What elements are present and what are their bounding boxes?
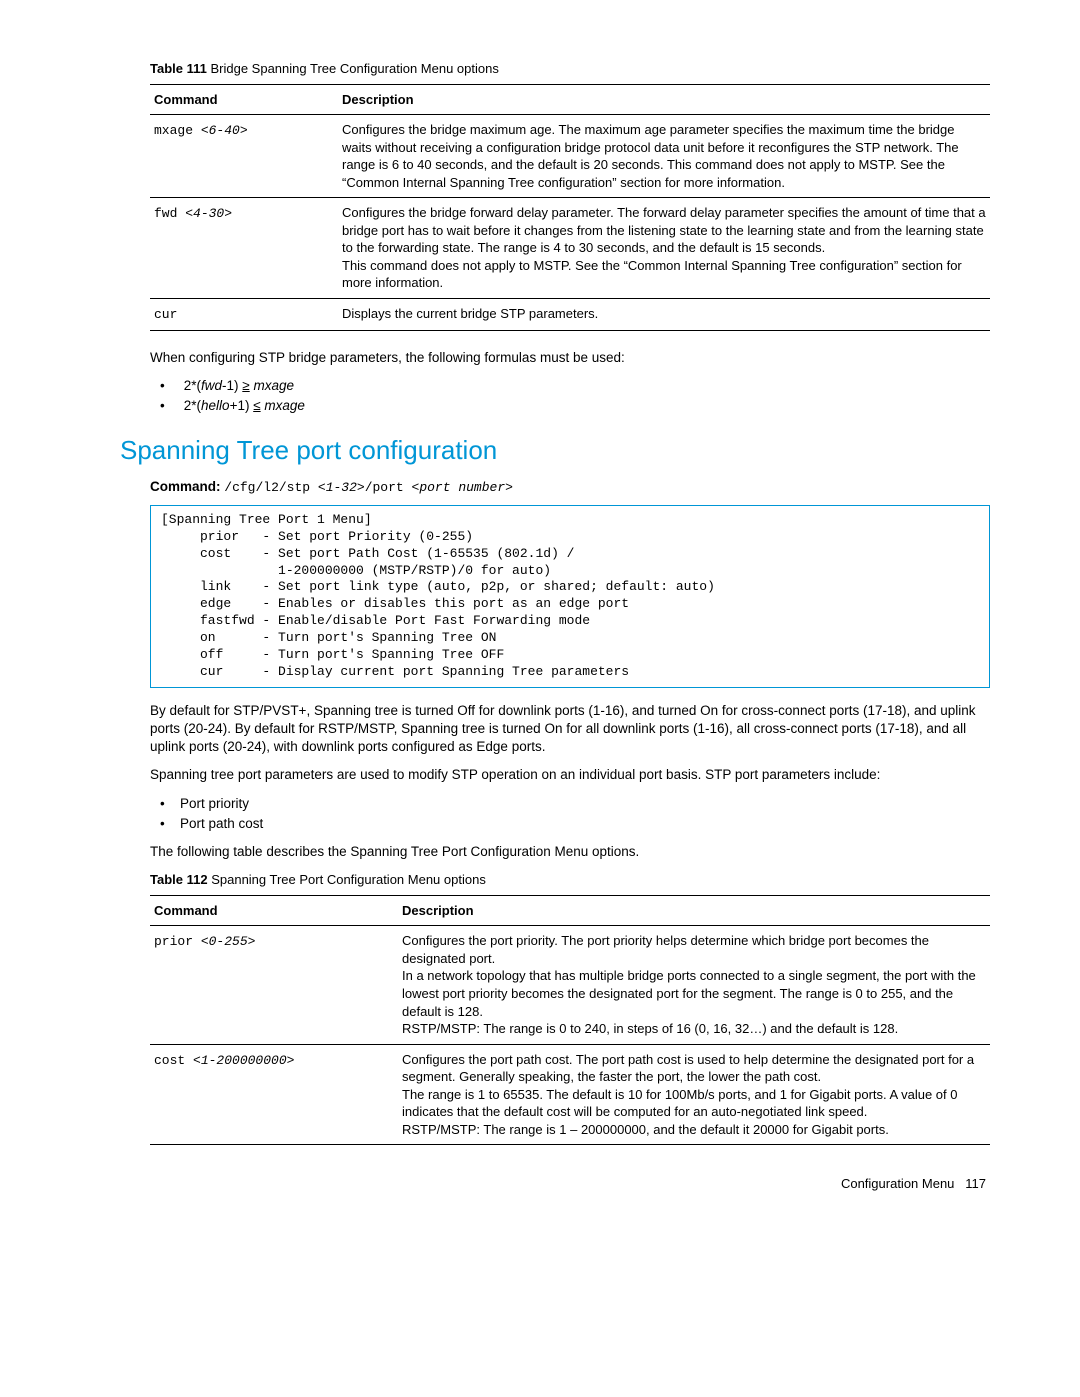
menu-output-box: [Spanning Tree Port 1 Menu] prior - Set … — [150, 505, 990, 688]
table-111-caption: Table 111 Bridge Spanning Tree Configura… — [150, 60, 990, 78]
table-111: Command Description mxage <6-40> Configu… — [150, 84, 990, 331]
table-112-label: Table 112 — [150, 872, 208, 887]
table-112: Command Description prior <0-255> Config… — [150, 895, 990, 1146]
t112-desc: Configures the port path cost. The port … — [398, 1044, 990, 1145]
section-heading: Spanning Tree port configuration — [120, 433, 990, 468]
footer-section: Configuration Menu — [841, 1176, 954, 1191]
port-param-list: Port priority Port path cost — [180, 795, 990, 833]
table-row: cost <1-200000000> Configures the port p… — [150, 1044, 990, 1145]
t112-header-description: Description — [398, 895, 990, 926]
t111-desc: Displays the current bridge STP paramete… — [338, 299, 990, 331]
bullet-port-priority: Port priority — [180, 795, 990, 813]
table-112-caption-text: Spanning Tree Port Configuration Menu op… — [211, 872, 486, 887]
t111-desc: Configures the bridge maximum age. The m… — [338, 115, 990, 198]
t112-header-command: Command — [150, 895, 398, 926]
t111-cmd: fwd <4-30> — [150, 198, 338, 299]
paragraph-default-behavior: By default for STP/PVST+, Spanning tree … — [150, 702, 990, 757]
table-111-caption-text: Bridge Spanning Tree Configuration Menu … — [210, 61, 498, 76]
formula-list: 2*(fwd-1) ≥ mxage 2*(hello+1) ≤ mxage — [180, 377, 990, 415]
t111-desc: Configures the bridge forward delay para… — [338, 198, 990, 299]
formula-2: 2*(hello+1) ≤ mxage — [180, 397, 990, 415]
t112-cmd: prior <0-255> — [150, 926, 398, 1044]
t112-desc: Configures the port priority. The port p… — [398, 926, 990, 1044]
table-112-caption: Table 112 Spanning Tree Port Configurati… — [150, 871, 990, 889]
table-row: cur Displays the current bridge STP para… — [150, 299, 990, 331]
table-111-label: Table 111 — [150, 61, 207, 76]
table-row: fwd <4-30> Configures the bridge forward… — [150, 198, 990, 299]
table-row: prior <0-255> Configures the port priori… — [150, 926, 990, 1044]
t111-cmd: mxage <6-40> — [150, 115, 338, 198]
t111-header-command: Command — [150, 84, 338, 115]
page-footer: Configuration Menu 117 — [90, 1175, 990, 1193]
command-label: Command: — [150, 479, 221, 494]
formula-1: 2*(fwd-1) ≥ mxage — [180, 377, 990, 395]
t112-cmd: cost <1-200000000> — [150, 1044, 398, 1145]
footer-page-number: 117 — [965, 1176, 986, 1191]
paragraph-formulas-intro: When configuring STP bridge parameters, … — [150, 349, 990, 367]
table-row: mxage <6-40> Configures the bridge maxim… — [150, 115, 990, 198]
paragraph-port-params: Spanning tree port parameters are used t… — [150, 766, 990, 784]
t111-header-description: Description — [338, 84, 990, 115]
paragraph-table-intro: The following table describes the Spanni… — [150, 843, 990, 861]
t111-cmd: cur — [150, 299, 338, 331]
bullet-port-path-cost: Port path cost — [180, 815, 990, 833]
command-line: Command: /cfg/l2/stp <1-32>/port <port n… — [150, 478, 990, 497]
